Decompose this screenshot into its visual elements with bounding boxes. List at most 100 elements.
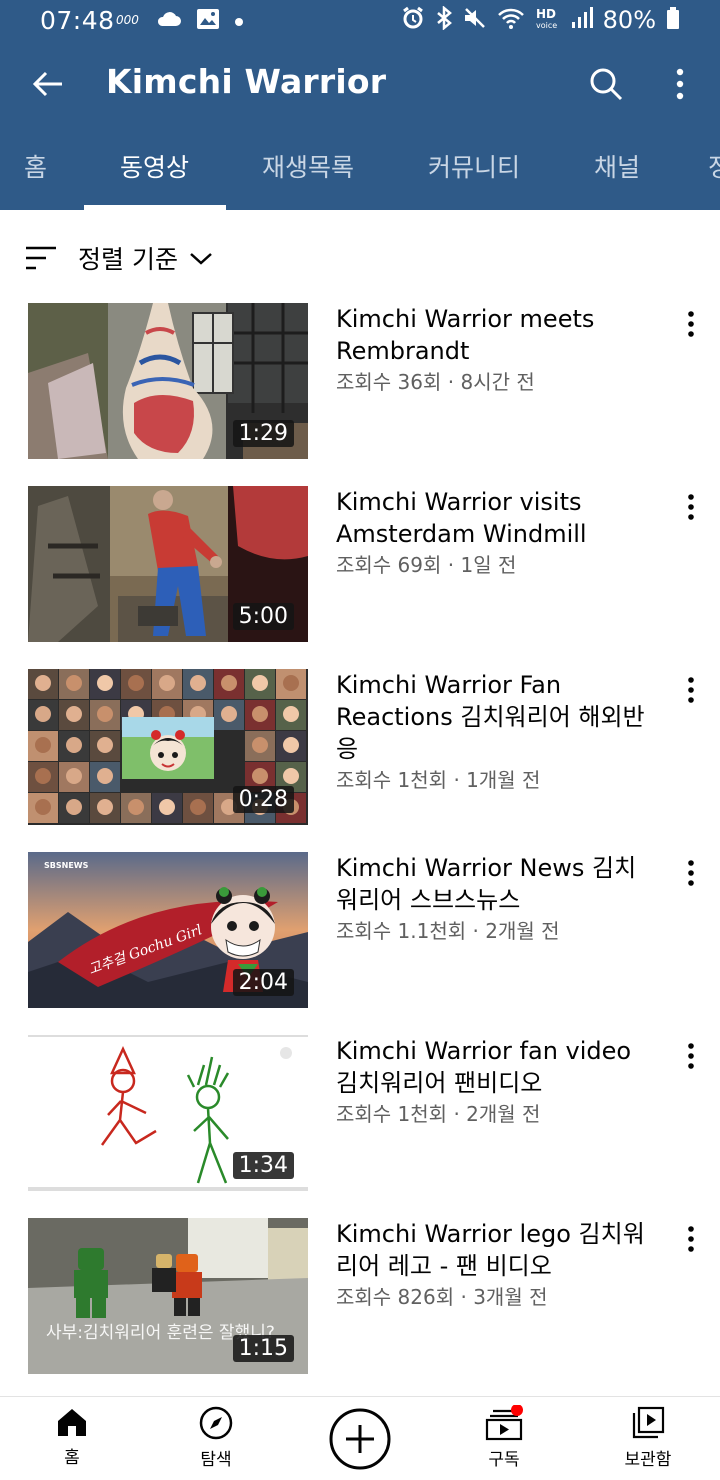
video-item[interactable]: 사부:김치워리어 훈련은 잘했니? 1:15 Kimchi Warrior le… bbox=[0, 1218, 720, 1378]
video-thumbnail[interactable]: 고추걸 Gochu Girl SBSNEWS 2:04 bbox=[28, 852, 308, 1008]
back-button[interactable] bbox=[24, 60, 72, 108]
mute-icon bbox=[463, 6, 487, 34]
video-duration: 2:04 bbox=[232, 969, 294, 996]
nav-explore[interactable]: 탐색 bbox=[166, 1405, 266, 1479]
channel-title: Kimchi Warrior bbox=[106, 62, 387, 101]
tab-about[interactable]: 정 bbox=[708, 126, 720, 210]
sort-icon bbox=[26, 246, 56, 270]
video-item[interactable]: 1:29 Kimchi Warrior meets Rembrandt 조회수 … bbox=[0, 303, 720, 463]
search-icon bbox=[590, 68, 623, 101]
video-info: Kimchi Warrior lego 김치워리어 레고 - 팬 비디오 조회수… bbox=[336, 1218, 654, 1312]
video-more-button[interactable] bbox=[676, 673, 706, 709]
alarm-icon bbox=[401, 6, 425, 34]
more-vert-icon bbox=[676, 68, 684, 100]
thumb-logo: SBSNEWS bbox=[44, 861, 89, 870]
home-icon bbox=[58, 1409, 86, 1436]
video-thumbnail[interactable]: 1:29 bbox=[28, 303, 308, 459]
reaction-face-tile bbox=[90, 731, 120, 761]
video-more-button[interactable] bbox=[676, 490, 706, 526]
nav-label: 탐색 bbox=[200, 1450, 232, 1470]
video-more-button[interactable] bbox=[676, 1222, 706, 1258]
reaction-face-tile bbox=[59, 731, 89, 761]
video-thumbnail[interactable]: 5:00 bbox=[28, 486, 308, 642]
reaction-face-tile bbox=[28, 731, 58, 761]
video-duration: 0:28 bbox=[232, 786, 294, 813]
svg-text:000: 000 bbox=[116, 13, 139, 27]
reaction-face-tile bbox=[59, 669, 89, 699]
video-duration: 5:00 bbox=[232, 603, 294, 630]
more-vert-icon bbox=[688, 860, 694, 886]
nav-library[interactable]: 보관함 bbox=[598, 1405, 698, 1479]
image-icon bbox=[196, 8, 220, 34]
video-item[interactable]: 1:34 Kimchi Warrior fan video 김치워리어 팬비디오… bbox=[0, 1035, 720, 1195]
video-item[interactable]: 고추걸 Gochu Girl SBSNEWS 2:04 Kimchi Warri… bbox=[0, 852, 720, 1012]
reaction-face-tile bbox=[245, 669, 275, 699]
video-thumbnail[interactable]: 1:34 bbox=[28, 1035, 308, 1191]
reaction-face-tile bbox=[245, 731, 275, 761]
wifi-icon bbox=[497, 6, 525, 34]
video-meta: 조회수 1천회 · 1개월 전 bbox=[336, 768, 541, 792]
channel-tabs: 홈 동영상 재생목록 커뮤니티 채널 정 bbox=[0, 126, 720, 210]
reaction-face-tile bbox=[28, 793, 58, 823]
nav-home[interactable]: 홈 bbox=[22, 1405, 122, 1479]
video-meta: 조회수 1.1천회 · 2개월 전 bbox=[336, 919, 560, 943]
reaction-face-tile bbox=[214, 700, 244, 730]
signal-icon bbox=[571, 6, 593, 34]
reaction-face-tile bbox=[59, 793, 89, 823]
video-more-button[interactable] bbox=[676, 307, 706, 343]
more-vert-icon bbox=[688, 1043, 694, 1069]
battery-icon bbox=[666, 6, 680, 34]
video-duration: 1:15 bbox=[232, 1335, 294, 1362]
more-vert-icon bbox=[688, 677, 694, 703]
cloud-icon bbox=[156, 9, 182, 33]
video-item[interactable]: 0:28 Kimchi Warrior Fan Reactions 김치워리어 … bbox=[0, 669, 720, 829]
video-more-button[interactable] bbox=[676, 1039, 706, 1075]
reaction-face-tile bbox=[28, 700, 58, 730]
svg-text:voice: voice bbox=[536, 21, 557, 30]
video-thumbnail[interactable]: 0:28 bbox=[28, 669, 308, 825]
tab-playlists[interactable]: 재생목록 bbox=[262, 126, 354, 210]
reaction-face-tile bbox=[90, 700, 120, 730]
bluetooth-icon bbox=[435, 5, 453, 34]
reaction-face-tile bbox=[276, 731, 306, 761]
tab-community[interactable]: 커뮤니티 bbox=[428, 126, 520, 210]
reaction-face-tile bbox=[90, 793, 120, 823]
tab-videos[interactable]: 동영상 bbox=[120, 126, 189, 210]
video-info: Kimchi Warrior fan video 김치워리어 팬비디오 조회수 … bbox=[336, 1035, 654, 1129]
more-options-button[interactable] bbox=[656, 60, 704, 108]
sort-label: 정렬 기준 bbox=[78, 245, 178, 274]
video-duration: 1:29 bbox=[232, 420, 294, 447]
more-vert-icon bbox=[688, 494, 694, 520]
video-meta: 조회수 826회 · 3개월 전 bbox=[336, 1285, 548, 1309]
video-meta: 조회수 36회 · 8시간 전 bbox=[336, 370, 535, 394]
back-arrow-icon bbox=[32, 71, 62, 97]
video-more-button[interactable] bbox=[676, 856, 706, 892]
video-item[interactable]: 5:00 Kimchi Warrior visits Amsterdam Win… bbox=[0, 486, 720, 646]
video-title: Kimchi Warrior meets Rembrandt bbox=[336, 305, 595, 365]
sort-button[interactable]: 정렬 기준 bbox=[24, 232, 214, 284]
video-thumbnail[interactable]: 사부:김치워리어 훈련은 잘했니? 1:15 bbox=[28, 1218, 308, 1374]
compass-icon bbox=[199, 1406, 233, 1440]
subscriptions-icon bbox=[485, 1405, 523, 1441]
more-vert-icon bbox=[688, 1226, 694, 1252]
battery-percent: 80% bbox=[602, 6, 656, 34]
reaction-face-tile bbox=[28, 669, 58, 699]
video-meta: 조회수 69회 · 1일 전 bbox=[336, 553, 517, 577]
nav-subscriptions[interactable]: 구독 bbox=[454, 1405, 554, 1479]
tab-home[interactable]: 홈 bbox=[24, 126, 47, 210]
reaction-face-tile bbox=[214, 669, 244, 699]
library-icon bbox=[632, 1406, 665, 1439]
video-meta: 조회수 1천회 · 2개월 전 bbox=[336, 1102, 541, 1126]
bottom-navigation: 홈 탐색 구독 보관함 bbox=[0, 1396, 720, 1480]
reaction-face-tile bbox=[59, 700, 89, 730]
video-info: Kimchi Warrior meets Rembrandt 조회수 36회 ·… bbox=[336, 303, 654, 397]
more-vert-icon bbox=[688, 311, 694, 337]
search-button[interactable] bbox=[582, 60, 630, 108]
create-button[interactable] bbox=[328, 1407, 392, 1471]
reaction-face-tile bbox=[183, 793, 213, 823]
tab-channels[interactable]: 채널 bbox=[594, 126, 640, 210]
reaction-face-tile bbox=[276, 669, 306, 699]
video-title: Kimchi Warrior fan video 김치워리어 팬비디오 bbox=[336, 1037, 632, 1097]
reaction-face-tile bbox=[90, 669, 120, 699]
nav-label: 보관함 bbox=[624, 1450, 672, 1470]
